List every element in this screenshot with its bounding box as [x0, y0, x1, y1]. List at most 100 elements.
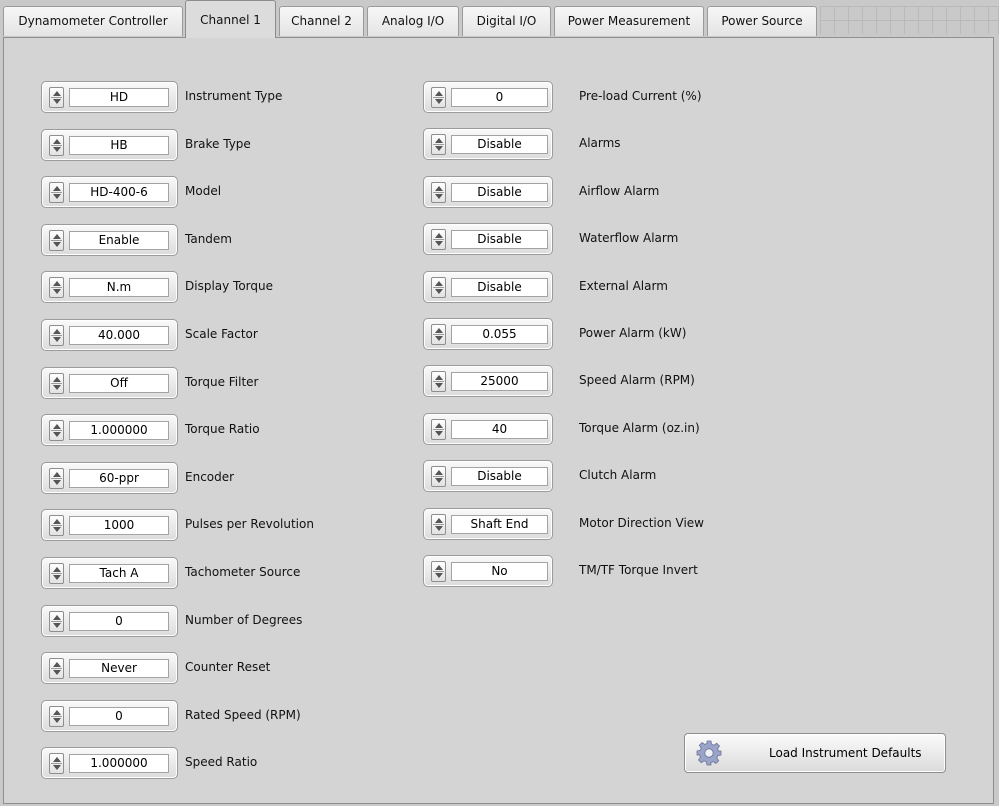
arrow-up-icon[interactable]	[53, 757, 61, 763]
increment-decrement-icon[interactable]	[49, 182, 64, 204]
arrow-down-icon[interactable]	[53, 241, 61, 247]
arrow-down-icon[interactable]	[435, 430, 443, 436]
arrow-up-icon[interactable]	[435, 280, 443, 286]
arrow-down-icon[interactable]	[435, 146, 443, 152]
increment-decrement-icon[interactable]	[431, 181, 446, 203]
tab-analog-io[interactable]: Analog I/O	[367, 6, 459, 36]
arrow-down-icon[interactable]	[53, 194, 61, 200]
ring-control[interactable]: Disable	[423, 460, 553, 493]
ring-value[interactable]: 25000	[451, 372, 548, 392]
ring-control[interactable]: Shaft End	[423, 507, 553, 540]
ring-value[interactable]: HB	[69, 135, 169, 155]
ring-value[interactable]: Disable	[451, 277, 548, 297]
arrow-up-icon[interactable]	[53, 233, 61, 239]
increment-decrement-icon[interactable]	[431, 371, 446, 393]
arrow-down-icon[interactable]	[53, 717, 61, 723]
ring-value[interactable]: Enable	[69, 230, 169, 250]
ring-value[interactable]: 60-ppr	[69, 468, 169, 488]
arrow-up-icon[interactable]	[435, 470, 443, 476]
arrow-up-icon[interactable]	[435, 328, 443, 333]
ring-control[interactable]: No	[423, 555, 553, 587]
ring-control[interactable]: HB	[41, 128, 178, 161]
increment-decrement-icon[interactable]	[49, 134, 64, 156]
ring-control[interactable]: 0	[41, 604, 178, 637]
increment-decrement-icon[interactable]	[49, 229, 64, 251]
arrow-down-icon[interactable]	[435, 193, 443, 199]
ring-control[interactable]: 60-ppr	[41, 461, 178, 494]
ring-control[interactable]: HD	[41, 81, 178, 113]
ring-control[interactable]: Never	[41, 652, 178, 685]
ring-control[interactable]: 0	[423, 81, 553, 113]
ring-value[interactable]: Never	[69, 659, 169, 679]
arrow-up-icon[interactable]	[53, 662, 61, 668]
ring-control[interactable]: Off	[41, 366, 178, 399]
arrow-down-icon[interactable]	[53, 337, 61, 342]
tab-dynamometer-controller[interactable]: Dynamometer Controller	[3, 6, 183, 36]
arrow-down-icon[interactable]	[53, 384, 61, 390]
arrow-down-icon[interactable]	[53, 99, 61, 104]
ring-value[interactable]: Tach A	[69, 564, 169, 583]
tab-digital-io[interactable]: Digital I/O	[462, 6, 551, 36]
increment-decrement-icon[interactable]	[431, 87, 446, 108]
ring-control[interactable]: 1.000000	[41, 747, 178, 780]
tab-channel-2[interactable]: Channel 2	[279, 6, 364, 36]
increment-decrement-icon[interactable]	[49, 325, 64, 346]
ring-value[interactable]: Disable	[451, 182, 548, 202]
increment-decrement-icon[interactable]	[49, 705, 64, 727]
ring-value[interactable]: N.m	[69, 278, 169, 298]
ring-control[interactable]: HD-400-6	[41, 176, 178, 209]
arrow-up-icon[interactable]	[53, 91, 61, 96]
arrow-down-icon[interactable]	[435, 383, 443, 389]
ring-value[interactable]: 40.000	[69, 326, 169, 345]
ring-control[interactable]: 1000	[41, 509, 178, 542]
arrow-down-icon[interactable]	[435, 336, 443, 341]
ring-control[interactable]: 25000	[423, 365, 553, 398]
increment-decrement-icon[interactable]	[49, 610, 64, 632]
increment-decrement-icon[interactable]	[431, 561, 446, 582]
arrow-down-icon[interactable]	[435, 288, 443, 294]
increment-decrement-icon[interactable]	[49, 658, 64, 680]
arrow-up-icon[interactable]	[53, 471, 61, 477]
ring-value[interactable]: HD	[69, 88, 169, 107]
ring-value[interactable]: No	[451, 562, 548, 581]
tab-power-source[interactable]: Power Source	[707, 6, 817, 36]
arrow-up-icon[interactable]	[435, 375, 443, 381]
ring-control[interactable]: 40.000	[41, 319, 178, 351]
ring-value[interactable]: Disable	[451, 135, 548, 155]
increment-decrement-icon[interactable]	[49, 515, 64, 537]
ring-control[interactable]: 0.055	[423, 318, 553, 350]
arrow-up-icon[interactable]	[53, 424, 61, 430]
arrow-up-icon[interactable]	[435, 422, 443, 428]
increment-decrement-icon[interactable]	[431, 276, 446, 298]
arrow-up-icon[interactable]	[53, 329, 61, 334]
arrow-up-icon[interactable]	[53, 567, 61, 572]
ring-control[interactable]: Enable	[41, 223, 178, 256]
arrow-up-icon[interactable]	[435, 91, 443, 96]
ring-value[interactable]: 0	[451, 88, 548, 107]
ring-value[interactable]: Off	[69, 373, 169, 393]
arrow-down-icon[interactable]	[53, 575, 61, 580]
increment-decrement-icon[interactable]	[49, 277, 64, 299]
arrow-up-icon[interactable]	[435, 185, 443, 191]
increment-decrement-icon[interactable]	[431, 466, 446, 488]
ring-control[interactable]: 1.000000	[41, 414, 178, 447]
ring-control[interactable]: 0	[41, 699, 178, 732]
ring-value[interactable]: Disable	[451, 230, 548, 250]
increment-decrement-icon[interactable]	[49, 563, 64, 584]
increment-decrement-icon[interactable]	[49, 753, 64, 775]
arrow-down-icon[interactable]	[435, 478, 443, 484]
arrow-down-icon[interactable]	[53, 432, 61, 438]
arrow-down-icon[interactable]	[53, 146, 61, 152]
ring-control[interactable]: Disable	[423, 128, 553, 161]
arrow-up-icon[interactable]	[435, 233, 443, 239]
arrow-up-icon[interactable]	[53, 614, 61, 620]
arrow-up-icon[interactable]	[53, 376, 61, 382]
increment-decrement-icon[interactable]	[431, 229, 446, 251]
ring-value[interactable]: 1000	[69, 516, 169, 536]
arrow-up-icon[interactable]	[53, 186, 61, 192]
arrow-up-icon[interactable]	[53, 281, 61, 287]
increment-decrement-icon[interactable]	[49, 420, 64, 442]
increment-decrement-icon[interactable]	[49, 372, 64, 394]
arrow-up-icon[interactable]	[435, 565, 443, 570]
ring-value[interactable]: 1.000000	[69, 421, 169, 441]
